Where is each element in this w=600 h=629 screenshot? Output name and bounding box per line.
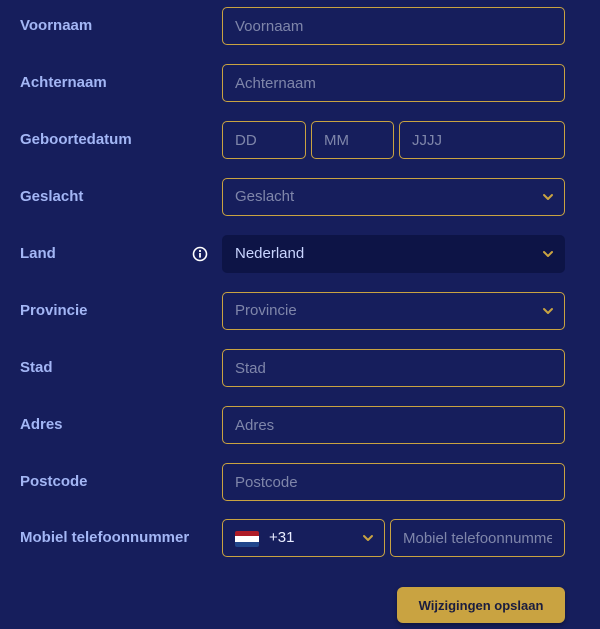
gender-label: Geslacht [20,188,84,205]
first-name-label: Voornaam [20,17,93,34]
last-name-row: Achternaam [0,64,600,102]
province-label: Provincie [20,302,88,319]
province-select-value: Provincie [235,302,297,319]
address-input[interactable] [222,406,565,444]
postcode-input[interactable] [222,463,565,501]
birthdate-row: Geboortedatum [0,121,600,159]
country-label: Land [20,245,56,262]
gender-select-value: Geslacht [235,188,295,205]
mobile-label: Mobiel telefoonnummer [20,529,190,546]
birthdate-year-input[interactable] [399,121,565,159]
country-select-value: Nederland [235,245,305,262]
mobile-number-input[interactable] [390,519,565,557]
first-name-row: Voornaam [0,7,600,45]
address-row: Adres [0,406,600,444]
birthdate-month-input[interactable] [311,121,394,159]
country-select[interactable]: Nederland [222,235,565,273]
last-name-input[interactable] [222,64,565,102]
address-label: Adres [20,416,63,433]
last-name-label: Achternaam [20,74,107,91]
chevron-down-icon [543,194,553,200]
country-code-value: +31 [269,529,295,546]
postcode-label: Postcode [20,473,88,490]
birthdate-day-input[interactable] [222,121,306,159]
city-row: Stad [0,349,600,387]
city-input[interactable] [222,349,565,387]
gender-row: Geslacht Geslacht [0,178,600,216]
info-icon[interactable] [192,246,208,262]
province-select[interactable]: Provincie [222,292,565,330]
gender-select[interactable]: Geslacht [222,178,565,216]
postcode-row: Postcode [0,463,600,501]
city-label: Stad [20,359,53,376]
chevron-down-icon [363,535,373,541]
birthdate-label: Geboortedatum [20,131,132,148]
chevron-down-icon [543,251,553,257]
chevron-down-icon [543,308,553,314]
province-row: Provincie Provincie [0,292,600,330]
country-code-select[interactable]: +31 [222,519,385,557]
first-name-input[interactable] [222,7,565,45]
save-changes-button[interactable]: Wijzigingen opslaan [397,587,565,623]
mobile-row: Mobiel telefoonnummer +31 [0,519,600,557]
netherlands-flag-icon [235,531,259,547]
country-row: Land Nederland [0,235,600,273]
